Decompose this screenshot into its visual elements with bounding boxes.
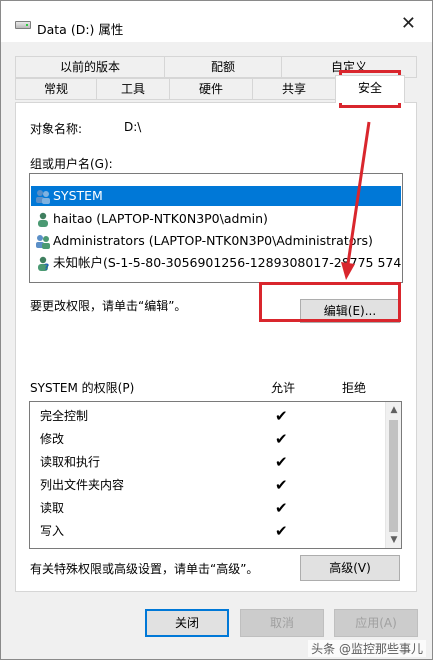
scroll-up-icon[interactable]: ▲ <box>386 403 402 417</box>
user-row-unknown[interactable]: ? 未知帐户(S-1-5-80-3056901256-1289308017-28… <box>31 253 403 273</box>
permission-name: 修改 <box>40 432 65 446</box>
close-icon[interactable]: ✕ <box>401 15 416 33</box>
tab-security[interactable]: 安全 <box>335 75 405 103</box>
scroll-thumb[interactable] <box>389 420 398 532</box>
security-panel: 对象名称: D:\ 组或用户名(G): SYSTEM haitao (LAPTO… <box>15 102 417 592</box>
change-permission-text: 要更改权限，请单击“编辑”。 <box>30 299 187 313</box>
permission-row: 读取和执行 ✔ <box>40 451 380 473</box>
permission-row: 修改 ✔ <box>40 428 380 450</box>
permission-scrollbar[interactable]: ▲ ▼ <box>385 402 401 548</box>
permission-row: 读取 ✔ <box>40 497 380 519</box>
watermark: 头条 @监控那些事儿 <box>308 640 426 657</box>
tab-tools[interactable]: 工具 <box>96 78 170 100</box>
dialog-body: 以前的版本 配额 自定义 常规 工具 硬件 共享 安全 对象名称: D:\ 组或… <box>1 42 432 659</box>
permission-name: 读取 <box>40 501 65 515</box>
tab-sharing[interactable]: 共享 <box>252 78 336 100</box>
tab-hardware[interactable]: 硬件 <box>169 78 253 100</box>
user-name: SYSTEM <box>53 188 103 203</box>
allow-check-icon: ✔ <box>275 407 288 425</box>
permission-name: 读取和执行 <box>40 455 101 469</box>
user-row-administrators[interactable]: Administrators (LAPTOP-NTK0N3P0\Administ… <box>31 231 401 251</box>
drive-icon <box>15 21 31 29</box>
allow-check-icon: ✔ <box>275 476 288 494</box>
user-row-haitao[interactable]: haitao (LAPTOP-NTK0N3P0\admin) <box>31 209 401 229</box>
deny-header: 拒绝 <box>342 381 367 395</box>
user-list[interactable]: SYSTEM haitao (LAPTOP-NTK0N3P0\admin) Ad… <box>29 173 403 283</box>
object-name-value: D:\ <box>124 120 142 134</box>
user-name: haitao (LAPTOP-NTK0N3P0\admin) <box>53 211 268 226</box>
advanced-hint-text: 有关特殊权限或高级设置，请单击“高级”。 <box>30 562 259 576</box>
tab-general[interactable]: 常规 <box>15 78 97 100</box>
permission-name: 完全控制 <box>40 409 89 423</box>
allow-check-icon: ✔ <box>275 430 288 448</box>
unknown-user-icon: ? <box>38 256 49 271</box>
user-name: 未知帐户(S-1-5-80-3056901256-1289308017-2877… <box>53 255 403 270</box>
permission-list[interactable]: 完全控制 ✔ 修改 ✔ 读取和执行 ✔ 列出文件夹内容 ✔ 读取 ✔ 写入 ✔ … <box>29 401 402 549</box>
advanced-button[interactable]: 高级(V) <box>300 555 400 581</box>
svg-text:?: ? <box>44 263 49 271</box>
permission-row: 完全控制 ✔ <box>40 405 380 427</box>
cancel-button[interactable]: 取消 <box>240 609 324 637</box>
permission-name: 列出文件夹内容 <box>40 478 125 492</box>
allow-check-icon: ✔ <box>275 499 288 517</box>
allow-check-icon: ✔ <box>275 522 288 540</box>
group-users-icon <box>36 235 50 249</box>
group-user-label: 组或用户名(G): <box>30 157 113 171</box>
highlight-box-edit-button <box>259 282 401 322</box>
tab-quota[interactable]: 配额 <box>164 56 282 78</box>
group-users-icon <box>36 190 50 204</box>
permission-row: 写入 ✔ <box>40 520 380 542</box>
permission-name: 写入 <box>40 524 65 538</box>
object-name-label: 对象名称: <box>30 122 83 136</box>
allow-header: 允许 <box>271 381 296 395</box>
permission-header: SYSTEM 的权限(P) <box>30 381 135 395</box>
title-bar: Data (D:) 属性 ✕ <box>1 1 432 42</box>
allow-check-icon: ✔ <box>275 453 288 471</box>
window-title: Data (D:) 属性 <box>37 22 124 37</box>
single-user-icon <box>38 212 48 227</box>
apply-button[interactable]: 应用(A) <box>334 609 418 637</box>
properties-dialog: Data (D:) 属性 ✕ 以前的版本 配额 自定义 常规 工具 硬件 共享 … <box>0 0 433 660</box>
close-button[interactable]: 关闭 <box>145 609 229 637</box>
permission-row: 列出文件夹内容 ✔ <box>40 474 380 496</box>
scroll-down-icon[interactable]: ▼ <box>386 533 402 547</box>
tab-previous-versions[interactable]: 以前的版本 <box>15 56 165 78</box>
user-name: Administrators (LAPTOP-NTK0N3P0\Administ… <box>53 233 373 248</box>
user-row-system[interactable]: SYSTEM <box>31 186 401 206</box>
